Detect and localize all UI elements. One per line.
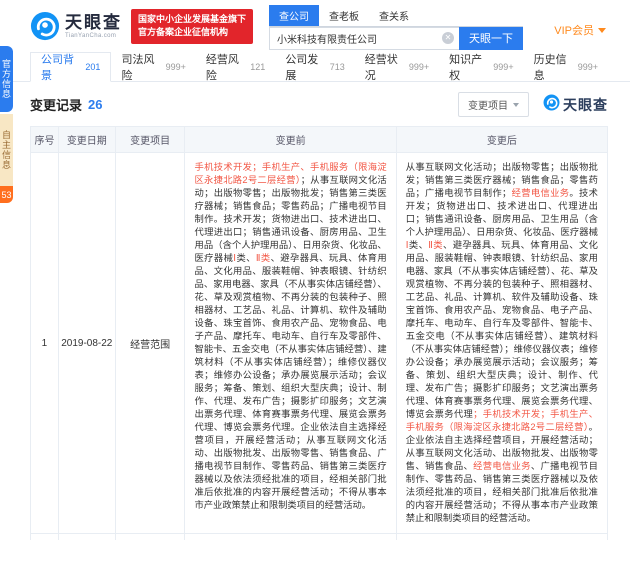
search-tabs: 查公司 查老板 查关系 — [269, 5, 523, 27]
chevron-down-icon — [513, 103, 519, 107]
table-row: 1 2019-08-22 经营范围 手机技术开发；手机生产、手机服务（限海淀区永… — [31, 153, 607, 534]
search-area: 查公司 查老板 查关系 ✕ 天眼一下 — [269, 5, 523, 50]
side-count-badge[interactable]: 53 — [0, 186, 13, 203]
section-count: 26 — [88, 97, 102, 112]
after-change-text: 从事互联网文化活动；出版物零售；出版物批发；销售第三类医疗器械；销售食品；零售药… — [396, 153, 607, 533]
section-title: 变更记录 — [30, 95, 82, 114]
vip-label: VIP会员 — [554, 22, 594, 38]
vip-member-menu[interactable]: VIP会员 — [554, 22, 606, 38]
column-header-before: 变更前 — [184, 127, 395, 152]
watermark-logo: 天眼查 — [543, 94, 608, 116]
search-tab-boss[interactable]: 查老板 — [319, 5, 369, 26]
change-date: 2019-08-22 — [58, 153, 115, 533]
before-change-text: 手机技术开发；手机生产、手机服务（限海淀区永捷北路2号二层经营）；从事互联网文化… — [184, 153, 395, 533]
side-tab-self-info[interactable]: 自主信息 — [0, 114, 13, 186]
column-header-after: 变更后 — [396, 127, 607, 152]
site-logo-title: 天眼查 — [65, 14, 122, 31]
row-number: 1 — [31, 153, 58, 533]
change-item: 经营范围 — [115, 153, 185, 533]
tab-company-development[interactable]: 公司发展713 — [275, 52, 354, 81]
search-tab-company[interactable]: 查公司 — [269, 5, 319, 26]
top-header: 天眼查 TianYanCha.com 国家中小企业发展基金旗下 官方备案企业征信… — [0, 0, 630, 52]
site-logo[interactable]: 天眼查 TianYanCha.com — [30, 11, 122, 41]
change-item-filter-button[interactable]: 变更项目 — [458, 92, 529, 117]
column-header-no: 序号 — [31, 127, 58, 152]
company-section-tabs: 公司背景201 司法风险999+ 经营风险121 公司发展713 经营状况999… — [0, 52, 630, 82]
tab-company-background[interactable]: 公司背景201 — [30, 52, 111, 82]
column-header-date: 变更日期 — [58, 127, 115, 152]
side-tab-official-info[interactable]: 官方信息 — [0, 46, 13, 112]
site-logo-subtitle: TianYanCha.com — [65, 33, 122, 39]
next-row-partial — [31, 534, 607, 540]
side-info-switcher: 官方信息 自主信息 53 — [0, 46, 13, 203]
tianyancha-logo-icon — [30, 11, 60, 41]
chevron-down-icon — [598, 28, 606, 33]
tab-operation-risk[interactable]: 经营风险121 — [196, 52, 275, 81]
search-button[interactable]: 天眼一下 — [459, 27, 523, 50]
tianyancha-logo-icon — [543, 94, 560, 116]
tab-intellectual-property[interactable]: 知识产权999+ — [439, 52, 523, 81]
clear-search-icon[interactable]: ✕ — [442, 32, 454, 44]
change-record-section-header: 变更记录 26 变更项目 天眼查 — [30, 92, 608, 117]
tab-history-info[interactable]: 历史信息999+ — [524, 52, 608, 81]
official-certification-badge: 国家中小企业发展基金旗下 官方备案企业征信机构 — [131, 9, 253, 44]
search-input[interactable] — [269, 27, 459, 50]
tab-judicial-risk[interactable]: 司法风险999+ — [111, 52, 195, 81]
column-header-item: 变更项目 — [115, 127, 185, 152]
change-record-table: 序号 变更日期 变更项目 变更前 变更后 1 2019-08-22 经营范围 手… — [30, 126, 608, 540]
tab-operation-status[interactable]: 经营状况999+ — [355, 52, 439, 81]
search-tab-relation[interactable]: 查关系 — [369, 5, 419, 26]
table-header-row: 序号 变更日期 变更项目 变更前 变更后 — [31, 127, 607, 153]
